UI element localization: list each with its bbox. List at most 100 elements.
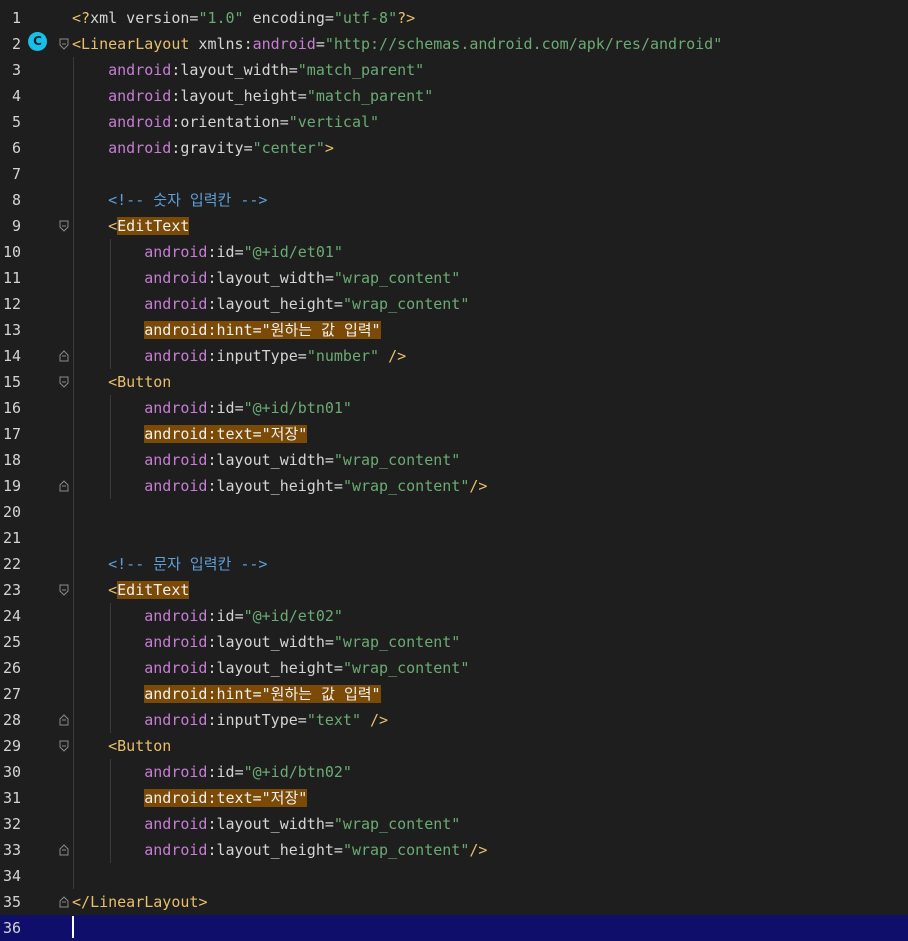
code-editor[interactable]: 36 35 </LinearLayout> 34 33 android:layout_h…: [0, 0, 908, 941]
code-line[interactable]: 25 android:layout_width="wrap_content": [0, 629, 908, 655]
code-text[interactable]: android:orientation="vertical": [72, 109, 379, 135]
line-number[interactable]: 26: [0, 655, 21, 681]
code-line[interactable]: 35 </LinearLayout>: [0, 889, 908, 915]
code-text[interactable]: android:layout_width="match_parent": [72, 57, 424, 83]
line-number[interactable]: 28: [0, 707, 21, 733]
code-text[interactable]: <EditText: [72, 213, 190, 239]
line-number[interactable]: 29: [0, 733, 21, 759]
line-number[interactable]: 31: [0, 785, 21, 811]
line-number[interactable]: 10: [0, 239, 21, 265]
code-text[interactable]: android:layout_width="wrap_content": [72, 629, 460, 655]
line-number[interactable]: 23: [0, 577, 21, 603]
line-number[interactable]: 33: [0, 837, 21, 863]
code-text[interactable]: android:id="@+id/btn02": [72, 759, 352, 785]
code-text[interactable]: android:layout_width="wrap_content": [72, 265, 460, 291]
code-line[interactable]: 31 android:text="저장": [0, 785, 908, 811]
line-number[interactable]: 3: [0, 57, 21, 83]
line-number[interactable]: 20: [0, 499, 21, 525]
line-number[interactable]: 13: [0, 317, 21, 343]
fold-close-icon[interactable]: [59, 896, 69, 908]
code-line[interactable]: 15 <Button: [0, 369, 908, 395]
code-line[interactable]: 6 android:gravity="center">: [0, 135, 908, 161]
line-number[interactable]: 9: [0, 213, 21, 239]
code-text[interactable]: <EditText: [72, 577, 190, 603]
code-text[interactable]: android:id="@+id/et01": [72, 239, 343, 265]
code-line[interactable]: 36: [0, 915, 908, 941]
code-text[interactable]: android:layout_height="wrap_content": [72, 655, 469, 681]
line-number[interactable]: 8: [0, 187, 21, 213]
line-number[interactable]: 21: [0, 525, 21, 551]
code-text[interactable]: android:gravity="center">: [72, 135, 334, 161]
code-line[interactable]: 14 android:inputType="number" />: [0, 343, 908, 369]
line-number[interactable]: 34: [0, 863, 21, 889]
code-text[interactable]: <LinearLayout xmlns:android="http://sche…: [72, 31, 722, 57]
code-line[interactable]: 5 android:orientation="vertical": [0, 109, 908, 135]
code-text[interactable]: android:inputType="text" />: [72, 707, 388, 733]
code-line[interactable]: 28 android:inputType="text" />: [0, 707, 908, 733]
code-line[interactable]: 27 android:hint="원하는 값 입력": [0, 681, 908, 707]
fold-close-icon[interactable]: [59, 844, 69, 856]
code-text[interactable]: <Button: [72, 369, 171, 395]
code-line[interactable]: 12 android:layout_height="wrap_content": [0, 291, 908, 317]
line-number[interactable]: 18: [0, 447, 21, 473]
code-text[interactable]: android:id="@+id/et02": [72, 603, 343, 629]
fold-open-icon[interactable]: [59, 584, 69, 596]
fold-close-icon[interactable]: [59, 350, 69, 362]
code-line[interactable]: 1 <?xml version="1.0" encoding="utf-8"?>: [0, 5, 908, 31]
code-text[interactable]: android:layout_height="wrap_content"/>: [72, 473, 487, 499]
code-line[interactable]: 24 android:id="@+id/et02": [0, 603, 908, 629]
line-number[interactable]: 17: [0, 421, 21, 447]
line-number[interactable]: 14: [0, 343, 21, 369]
fold-open-icon[interactable]: [59, 740, 69, 752]
code-line[interactable]: 11 android:layout_width="wrap_content": [0, 265, 908, 291]
line-number[interactable]: 4: [0, 83, 21, 109]
code-text[interactable]: </LinearLayout>: [72, 889, 207, 915]
class-marker-icon[interactable]: C: [28, 32, 47, 51]
fold-open-icon[interactable]: [59, 220, 69, 232]
line-number[interactable]: 6: [0, 135, 21, 161]
code-text[interactable]: android:layout_height="wrap_content"/>: [72, 837, 487, 863]
code-line[interactable]: 29 <Button: [0, 733, 908, 759]
code-text[interactable]: <!-- 숫자 입력칸 -->: [72, 187, 267, 213]
code-line[interactable]: 19 android:layout_height="wrap_content"/…: [0, 473, 908, 499]
line-number[interactable]: 7: [0, 161, 21, 187]
code-text[interactable]: <!-- 문자 입력칸 -->: [72, 551, 267, 577]
line-number[interactable]: 36: [0, 915, 21, 941]
code-line[interactable]: 20: [0, 499, 908, 525]
code-text[interactable]: android:inputType="number" />: [72, 343, 406, 369]
code-line[interactable]: 10 android:id="@+id/et01": [0, 239, 908, 265]
code-line[interactable]: 26 android:layout_height="wrap_content": [0, 655, 908, 681]
line-number[interactable]: 2: [0, 31, 21, 57]
code-line[interactable]: 9 <EditText: [0, 213, 908, 239]
code-line[interactable]: 13 android:hint="원하는 값 입력": [0, 317, 908, 343]
code-line[interactable]: 30 android:id="@+id/btn02": [0, 759, 908, 785]
code-text[interactable]: android:layout_width="wrap_content": [72, 811, 460, 837]
code-text[interactable]: android:text="저장": [72, 785, 308, 811]
line-number[interactable]: 11: [0, 265, 21, 291]
code-text[interactable]: android:id="@+id/btn01": [72, 395, 352, 421]
line-number[interactable]: 25: [0, 629, 21, 655]
code-line[interactable]: 17 android:text="저장": [0, 421, 908, 447]
line-number[interactable]: 16: [0, 395, 21, 421]
code-line[interactable]: 22 <!-- 문자 입력칸 -->: [0, 551, 908, 577]
code-text[interactable]: <?xml version="1.0" encoding="utf-8"?>: [72, 5, 415, 31]
code-text[interactable]: <Button: [72, 733, 171, 759]
code-text[interactable]: android:hint="원하는 값 입력": [72, 317, 381, 343]
code-line[interactable]: 7: [0, 161, 908, 187]
line-number[interactable]: 24: [0, 603, 21, 629]
fold-close-icon[interactable]: [59, 714, 69, 726]
code-line[interactable]: 32 android:layout_width="wrap_content": [0, 811, 908, 837]
line-number[interactable]: 35: [0, 889, 21, 915]
line-number[interactable]: 22: [0, 551, 21, 577]
code-line[interactable]: 33 android:layout_height="wrap_content"/…: [0, 837, 908, 863]
code-line[interactable]: 23 <EditText: [0, 577, 908, 603]
line-number[interactable]: 1: [0, 5, 21, 31]
code-text[interactable]: android:layout_height="match_parent": [72, 83, 433, 109]
code-text[interactable]: android:layout_height="wrap_content": [72, 291, 469, 317]
line-number[interactable]: 12: [0, 291, 21, 317]
line-number[interactable]: 30: [0, 759, 21, 785]
line-number[interactable]: 27: [0, 681, 21, 707]
code-line[interactable]: 34: [0, 863, 908, 889]
code-line[interactable]: 3 android:layout_width="match_parent": [0, 57, 908, 83]
fold-close-icon[interactable]: [59, 480, 69, 492]
